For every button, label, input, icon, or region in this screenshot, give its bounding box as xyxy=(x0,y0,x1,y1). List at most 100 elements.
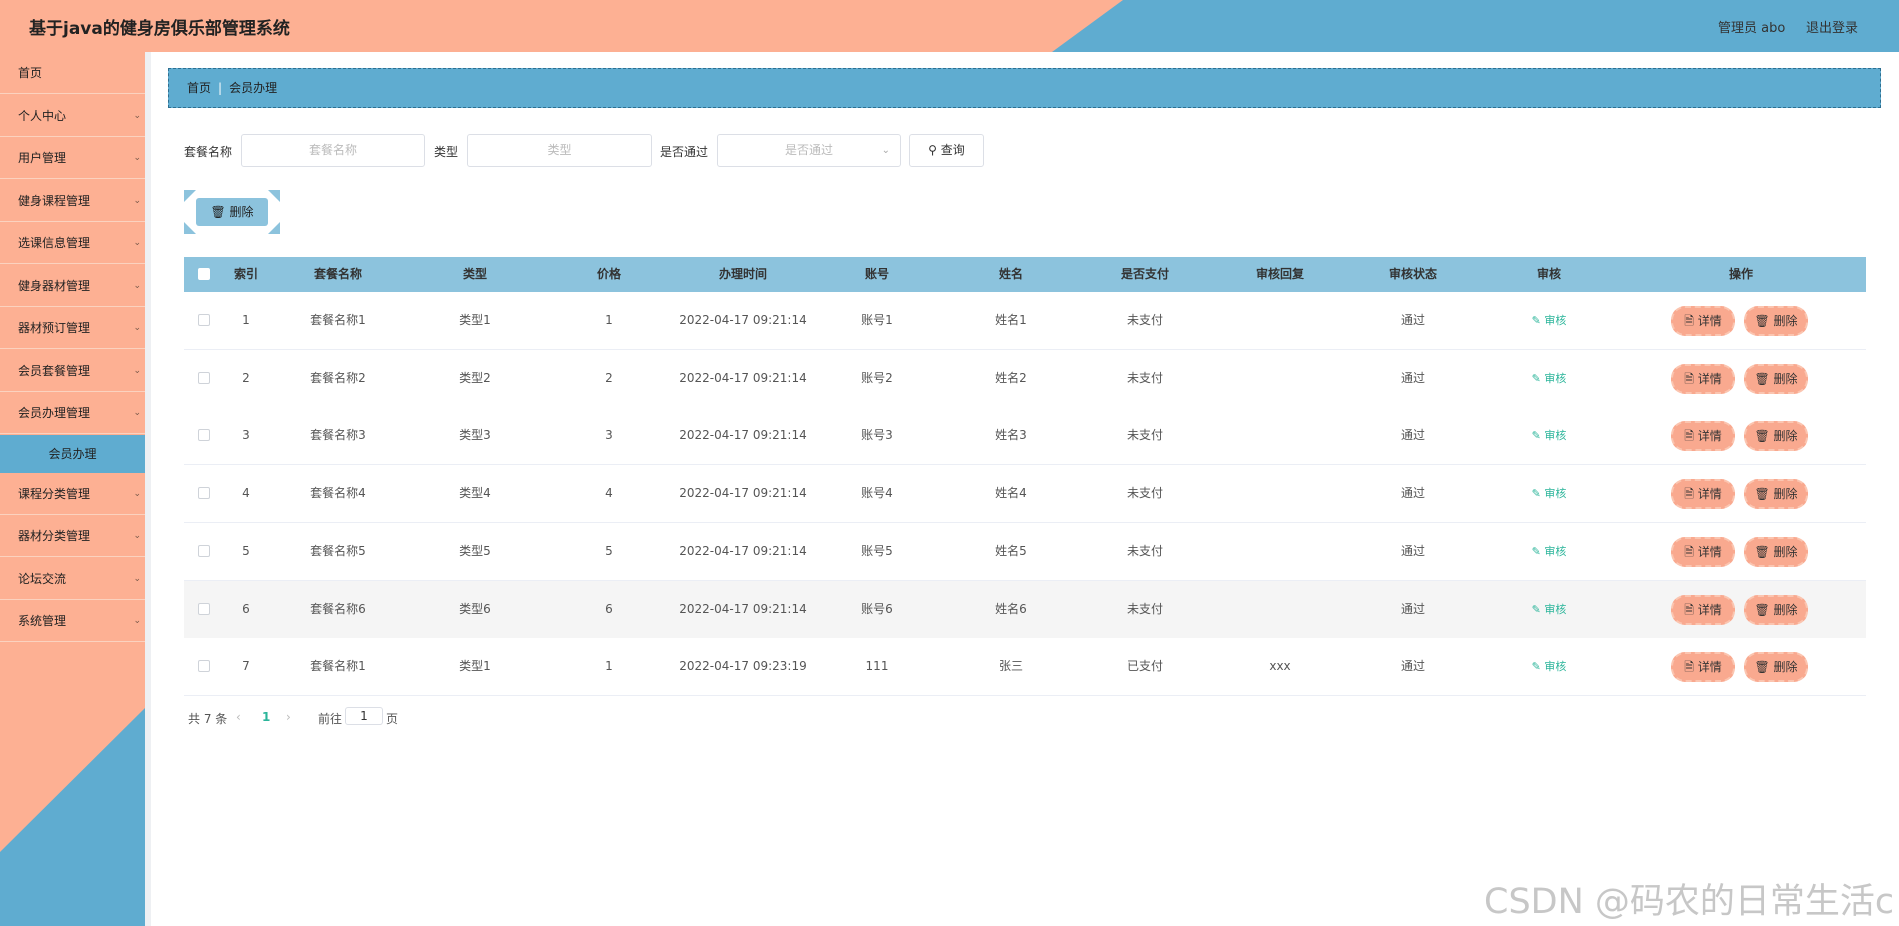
prev-page-icon[interactable]: ‹ xyxy=(236,710,241,724)
detail-button[interactable]: 🗎 详情 xyxy=(1671,363,1735,394)
sidebar-divider xyxy=(145,52,151,926)
sidebar-item[interactable]: 健身课程管理 ⌄ xyxy=(0,180,145,222)
cell-name: 套餐名称6 xyxy=(310,601,366,616)
row-delete-button[interactable]: 🗑 删除 xyxy=(1744,421,1808,452)
type-input[interactable]: 类型 xyxy=(467,134,652,167)
edit-icon: ✎ xyxy=(1531,429,1545,443)
sidebar-item[interactable]: 器材预订管理 ⌄ xyxy=(0,307,145,349)
edit-icon: ✎ xyxy=(1531,487,1545,501)
chevron-down-icon: ⌄ xyxy=(133,531,141,541)
sidebar-item[interactable]: 论坛交流 ⌄ xyxy=(0,558,145,600)
chevron-down-icon: ⌄ xyxy=(133,488,141,499)
row-checkbox[interactable] xyxy=(198,429,210,442)
row-checkbox[interactable] xyxy=(198,602,210,615)
sidebar-item[interactable]: 会员办理管理 ⌄ xyxy=(0,392,145,434)
row-delete-button-label: 删除 xyxy=(1773,314,1798,328)
detail-button[interactable]: 🗎 详情 xyxy=(1671,421,1735,452)
goto-page-input[interactable]: 1 xyxy=(345,707,383,725)
package-name-input[interactable]: 套餐名称 xyxy=(241,134,425,167)
sidebar-item[interactable]: 健身器材管理 ⌄ xyxy=(0,265,145,307)
breadcrumb-home[interactable]: 首页 xyxy=(187,81,211,95)
cell-price: 6 xyxy=(605,601,613,616)
row-delete-button[interactable]: 🗑 删除 xyxy=(1744,306,1808,336)
edit-icon: ✎ xyxy=(1531,602,1545,616)
pass-filter-select[interactable]: 是否通过 ⌄ xyxy=(717,134,901,167)
row-checkbox[interactable] xyxy=(198,371,210,384)
detail-button[interactable]: 🗎 详情 xyxy=(1671,536,1735,567)
document-icon: 🗎 xyxy=(1684,371,1698,386)
audit-link[interactable]: ✎ 审核 xyxy=(1494,292,1604,349)
page-number-current[interactable]: 1 xyxy=(262,710,270,724)
cell-reply: xxx xyxy=(1269,659,1291,674)
document-icon: 🗎 xyxy=(1684,602,1698,617)
sidebar-item-label: 器材预订管理 xyxy=(18,321,91,335)
column-header: 审核 xyxy=(1536,267,1561,281)
cell-status: 通过 xyxy=(1400,601,1425,616)
audit-link[interactable]: ✎ 审核 xyxy=(1494,350,1604,407)
row-delete-button-label: 删除 xyxy=(1773,371,1798,386)
cell-index: 2 xyxy=(242,370,250,385)
select-all-checkbox[interactable] xyxy=(198,268,210,280)
audit-link[interactable]: ✎ 审核 xyxy=(1494,638,1604,695)
query-button[interactable]: ⚲ 查询 xyxy=(909,134,984,167)
sidebar-item[interactable]: 系统管理 ⌄ xyxy=(0,600,145,642)
cell-type: 类型1 xyxy=(459,659,491,674)
sidebar-subitem-active[interactable]: 会员办理 xyxy=(0,434,145,473)
cell-paid: 未支付 xyxy=(1126,313,1163,327)
batch-delete-wrapper: 🗑 删除 xyxy=(184,190,280,234)
audit-label: 审核 xyxy=(1544,314,1567,327)
cell-time: 2022-04-17 09:21:14 xyxy=(679,370,807,385)
sidebar-item[interactable]: 会员套餐管理 ⌄ xyxy=(0,350,145,392)
sidebar-item[interactable]: 个人中心 ⌄ xyxy=(0,95,145,137)
cell-index: 1 xyxy=(242,313,250,327)
row-delete-button[interactable]: 🗑 删除 xyxy=(1744,652,1808,683)
cell-reply xyxy=(1225,350,1335,407)
batch-delete-button[interactable]: 🗑 删除 xyxy=(196,198,268,226)
row-checkbox[interactable] xyxy=(198,660,210,673)
cell-person: 姓名5 xyxy=(995,543,1027,558)
detail-button-label: 详情 xyxy=(1697,371,1722,386)
watermark: CSDN @码农的日常生活c xyxy=(1484,882,1895,922)
detail-button[interactable]: 🗎 详情 xyxy=(1671,594,1735,625)
cell-paid: 未支付 xyxy=(1126,543,1163,558)
row-delete-button[interactable]: 🗑 删除 xyxy=(1744,363,1808,394)
sidebar-item[interactable]: 课程分类管理 ⌄ xyxy=(0,473,145,515)
pagination-total: 共 7 条 xyxy=(188,712,228,726)
table-row: 5 套餐名称5 类型5 5 2022-04-17 09:21:14 账号5 姓名5 未支付 通过… xyxy=(184,522,1866,581)
sidebar-item[interactable]: 选课信息管理 ⌄ xyxy=(0,222,145,264)
row-delete-button[interactable]: 🗑 删除 xyxy=(1744,594,1808,625)
cell-person: 姓名1 xyxy=(995,313,1027,327)
row-checkbox[interactable] xyxy=(198,314,210,326)
chevron-down-icon: ⌄ xyxy=(133,153,141,163)
row-delete-button[interactable]: 🗑 删除 xyxy=(1744,536,1808,567)
pass-filter-placeholder: 是否通过 xyxy=(784,143,833,157)
cell-time: 2022-04-17 09:21:14 xyxy=(679,313,807,327)
cell-status: 通过 xyxy=(1400,659,1425,674)
logout-link[interactable]: 退出登录 xyxy=(1806,17,1858,36)
audit-link[interactable]: ✎ 审核 xyxy=(1494,407,1604,464)
sidebar-item[interactable]: 首页 xyxy=(0,52,145,94)
detail-button[interactable]: 🗎 详情 xyxy=(1671,479,1735,510)
next-page-icon[interactable]: › xyxy=(286,710,291,724)
row-delete-button[interactable]: 🗑 删除 xyxy=(1744,479,1808,510)
row-checkbox[interactable] xyxy=(198,544,210,557)
detail-button[interactable]: 🗎 详情 xyxy=(1671,652,1735,683)
audit-link[interactable]: ✎ 审核 xyxy=(1494,581,1604,638)
sidebar-item-label: 论坛交流 xyxy=(18,571,67,586)
audit-link[interactable]: ✎ 审核 xyxy=(1494,523,1604,580)
cell-account: 账号5 xyxy=(861,543,893,558)
document-icon: 🗎 xyxy=(1684,429,1698,444)
cell-paid: 未支付 xyxy=(1126,486,1163,501)
table-row: 1 套餐名称1 类型1 1 2022-04-17 09:21:14 账号1 姓名1 未支付 通过… xyxy=(184,292,1866,350)
sidebar-item[interactable]: 器材分类管理 ⌄ xyxy=(0,515,145,557)
cell-type: 类型2 xyxy=(459,370,491,385)
chevron-down-icon: ⌄ xyxy=(881,145,890,156)
row-checkbox[interactable] xyxy=(198,487,210,500)
cell-type: 类型3 xyxy=(459,428,491,443)
sidebar-item[interactable]: 用户管理 ⌄ xyxy=(0,137,145,179)
detail-button[interactable]: 🗎 详情 xyxy=(1671,306,1735,336)
audit-link[interactable]: ✎ 审核 xyxy=(1494,465,1604,522)
cell-time: 2022-04-17 09:21:14 xyxy=(679,428,807,443)
cell-name: 套餐名称1 xyxy=(310,659,366,674)
chevron-down-icon: ⌄ xyxy=(133,195,141,206)
